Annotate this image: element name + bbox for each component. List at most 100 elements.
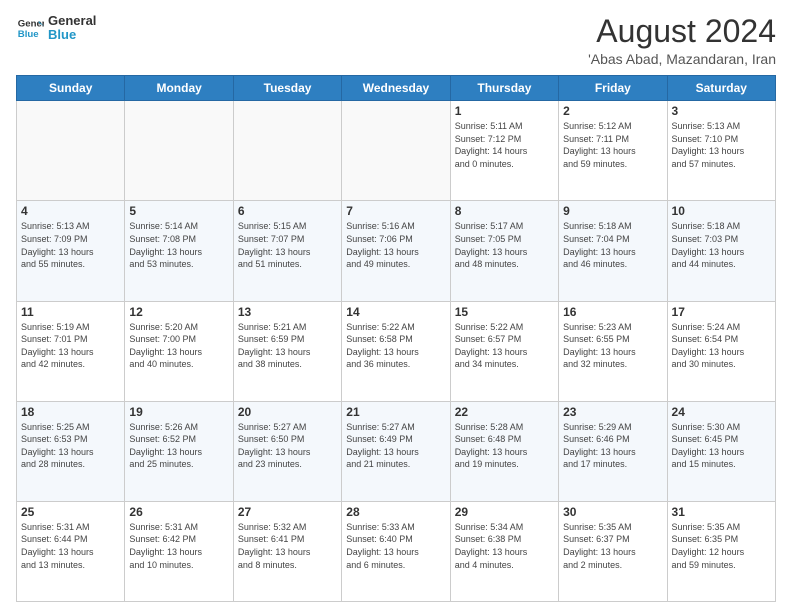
title-block: August 2024 'Abas Abad, Mazandaran, Iran bbox=[588, 14, 776, 67]
calendar-cell bbox=[233, 101, 341, 201]
header: General Blue General Blue August 2024 'A… bbox=[16, 14, 776, 67]
day-info: Sunrise: 5:30 AM Sunset: 6:45 PM Dayligh… bbox=[672, 421, 771, 471]
calendar-cell: 6 Sunrise: 5:15 AM Sunset: 7:07 PM Daylig… bbox=[233, 201, 341, 301]
day-number: 4 bbox=[21, 204, 120, 218]
calendar-cell: 31Sunrise: 5:35 AM Sunset: 6:35 PM Dayli… bbox=[667, 501, 775, 601]
day-number: 17 bbox=[672, 305, 771, 319]
calendar-cell: 2Sunrise: 5:12 AM Sunset: 7:11 PM Daylig… bbox=[559, 101, 667, 201]
calendar-cell: 27 Sunrise: 5:32 AM Sunset: 6:41 PM Dayli… bbox=[233, 501, 341, 601]
day-info: Sunrise: 5:31 AM Sunset: 6:42 PM Dayligh… bbox=[129, 521, 228, 571]
day-number: 20 bbox=[238, 405, 337, 419]
calendar-cell: 23 Sunrise: 5:29 AM Sunset: 6:46 PM Dayli… bbox=[559, 401, 667, 501]
day-info: Sunrise: 5:19 AM Sunset: 7:01 PM Dayligh… bbox=[21, 321, 120, 371]
calendar-week-2: 4Sunrise: 5:13 AM Sunset: 7:09 PM Daylig… bbox=[17, 201, 776, 301]
calendar-cell: 16 Sunrise: 5:23 AM Sunset: 6:55 PM Dayli… bbox=[559, 301, 667, 401]
calendar-cell bbox=[17, 101, 125, 201]
calendar-cell: 22 Sunrise: 5:28 AM Sunset: 6:48 PM Dayli… bbox=[450, 401, 558, 501]
day-info: Sunrise: 5:22 AM Sunset: 6:58 PM Dayligh… bbox=[346, 321, 445, 371]
day-number: 23 bbox=[563, 405, 662, 419]
calendar-cell: 1 Sunrise: 5:11 AM Sunset: 7:12 PM Daylig… bbox=[450, 101, 558, 201]
day-number: 2 bbox=[563, 104, 662, 118]
calendar-cell: 25 Sunrise: 5:31 AM Sunset: 6:44 PM Dayli… bbox=[17, 501, 125, 601]
day-info: Sunrise: 5:28 AM Sunset: 6:48 PM Dayligh… bbox=[455, 421, 554, 471]
day-number: 30 bbox=[563, 505, 662, 519]
day-number: 13 bbox=[238, 305, 337, 319]
calendar-cell: 24 Sunrise: 5:30 AM Sunset: 6:45 PM Dayli… bbox=[667, 401, 775, 501]
calendar-cell bbox=[342, 101, 450, 201]
weekday-header-tuesday: Tuesday bbox=[233, 76, 341, 101]
day-number: 1 bbox=[455, 104, 554, 118]
day-info: Sunrise: 5:32 AM Sunset: 6:41 PM Dayligh… bbox=[238, 521, 337, 571]
calendar-cell: 8 Sunrise: 5:17 AM Sunset: 7:05 PM Daylig… bbox=[450, 201, 558, 301]
weekday-header-sunday: Sunday bbox=[17, 76, 125, 101]
day-info: Sunrise: 5:17 AM Sunset: 7:05 PM Dayligh… bbox=[455, 220, 554, 270]
calendar-cell: 3 Sunrise: 5:13 AM Sunset: 7:10 PM Daylig… bbox=[667, 101, 775, 201]
day-number: 25 bbox=[21, 505, 120, 519]
day-info: Sunrise: 5:21 AM Sunset: 6:59 PM Dayligh… bbox=[238, 321, 337, 371]
calendar-cell: 5Sunrise: 5:14 AM Sunset: 7:08 PM Daylig… bbox=[125, 201, 233, 301]
day-info: Sunrise: 5:24 AM Sunset: 6:54 PM Dayligh… bbox=[672, 321, 771, 371]
calendar-cell: 14 Sunrise: 5:22 AM Sunset: 6:58 PM Dayli… bbox=[342, 301, 450, 401]
day-info: Sunrise: 5:22 AM Sunset: 6:57 PM Dayligh… bbox=[455, 321, 554, 371]
day-number: 29 bbox=[455, 505, 554, 519]
calendar-cell: 13 Sunrise: 5:21 AM Sunset: 6:59 PM Dayli… bbox=[233, 301, 341, 401]
svg-text:General: General bbox=[18, 19, 44, 30]
day-number: 31 bbox=[672, 505, 771, 519]
calendar-cell: 10Sunrise: 5:18 AM Sunset: 7:03 PM Dayli… bbox=[667, 201, 775, 301]
day-number: 22 bbox=[455, 405, 554, 419]
weekday-header-thursday: Thursday bbox=[450, 76, 558, 101]
day-number: 26 bbox=[129, 505, 228, 519]
day-info: Sunrise: 5:15 AM Sunset: 7:07 PM Dayligh… bbox=[238, 220, 337, 270]
day-number: 21 bbox=[346, 405, 445, 419]
day-number: 3 bbox=[672, 104, 771, 118]
weekday-header-monday: Monday bbox=[125, 76, 233, 101]
day-info: Sunrise: 5:27 AM Sunset: 6:49 PM Dayligh… bbox=[346, 421, 445, 471]
day-number: 15 bbox=[455, 305, 554, 319]
weekday-header-saturday: Saturday bbox=[667, 76, 775, 101]
calendar-table: SundayMondayTuesdayWednesdayThursdayFrid… bbox=[16, 75, 776, 602]
day-info: Sunrise: 5:18 AM Sunset: 7:03 PM Dayligh… bbox=[672, 220, 771, 270]
day-info: Sunrise: 5:34 AM Sunset: 6:38 PM Dayligh… bbox=[455, 521, 554, 571]
day-info: Sunrise: 5:11 AM Sunset: 7:12 PM Dayligh… bbox=[455, 120, 554, 170]
calendar-cell: 30 Sunrise: 5:35 AM Sunset: 6:37 PM Dayli… bbox=[559, 501, 667, 601]
day-number: 19 bbox=[129, 405, 228, 419]
calendar-cell bbox=[125, 101, 233, 201]
calendar-cell: 19Sunrise: 5:26 AM Sunset: 6:52 PM Dayli… bbox=[125, 401, 233, 501]
day-number: 11 bbox=[21, 305, 120, 319]
page: General Blue General Blue August 2024 'A… bbox=[0, 0, 792, 612]
calendar-cell: 28Sunrise: 5:33 AM Sunset: 6:40 PM Dayli… bbox=[342, 501, 450, 601]
logo: General Blue General Blue bbox=[16, 14, 96, 43]
day-info: Sunrise: 5:31 AM Sunset: 6:44 PM Dayligh… bbox=[21, 521, 120, 571]
calendar-cell: 9Sunrise: 5:18 AM Sunset: 7:04 PM Daylig… bbox=[559, 201, 667, 301]
calendar-cell: 12Sunrise: 5:20 AM Sunset: 7:00 PM Dayli… bbox=[125, 301, 233, 401]
day-number: 7 bbox=[346, 204, 445, 218]
day-info: Sunrise: 5:14 AM Sunset: 7:08 PM Dayligh… bbox=[129, 220, 228, 270]
day-number: 6 bbox=[238, 204, 337, 218]
day-info: Sunrise: 5:18 AM Sunset: 7:04 PM Dayligh… bbox=[563, 220, 662, 270]
day-number: 16 bbox=[563, 305, 662, 319]
logo-icon: General Blue bbox=[16, 14, 44, 42]
day-info: Sunrise: 5:29 AM Sunset: 6:46 PM Dayligh… bbox=[563, 421, 662, 471]
calendar-week-3: 11 Sunrise: 5:19 AM Sunset: 7:01 PM Dayli… bbox=[17, 301, 776, 401]
day-info: Sunrise: 5:16 AM Sunset: 7:06 PM Dayligh… bbox=[346, 220, 445, 270]
calendar-week-5: 25 Sunrise: 5:31 AM Sunset: 6:44 PM Dayli… bbox=[17, 501, 776, 601]
day-number: 14 bbox=[346, 305, 445, 319]
calendar-body: 1 Sunrise: 5:11 AM Sunset: 7:12 PM Daylig… bbox=[17, 101, 776, 602]
day-number: 8 bbox=[455, 204, 554, 218]
day-number: 27 bbox=[238, 505, 337, 519]
calendar-cell: 7 Sunrise: 5:16 AM Sunset: 7:06 PM Daylig… bbox=[342, 201, 450, 301]
calendar-cell: 4Sunrise: 5:13 AM Sunset: 7:09 PM Daylig… bbox=[17, 201, 125, 301]
calendar-cell: 15 Sunrise: 5:22 AM Sunset: 6:57 PM Dayli… bbox=[450, 301, 558, 401]
calendar-cell: 11 Sunrise: 5:19 AM Sunset: 7:01 PM Dayli… bbox=[17, 301, 125, 401]
calendar-cell: 17 Sunrise: 5:24 AM Sunset: 6:54 PM Dayli… bbox=[667, 301, 775, 401]
day-number: 24 bbox=[672, 405, 771, 419]
month-year: August 2024 bbox=[588, 14, 776, 49]
calendar-cell: 20Sunrise: 5:27 AM Sunset: 6:50 PM Dayli… bbox=[233, 401, 341, 501]
day-info: Sunrise: 5:13 AM Sunset: 7:10 PM Dayligh… bbox=[672, 120, 771, 170]
svg-text:Blue: Blue bbox=[18, 29, 39, 40]
day-info: Sunrise: 5:23 AM Sunset: 6:55 PM Dayligh… bbox=[563, 321, 662, 371]
calendar-cell: 29 Sunrise: 5:34 AM Sunset: 6:38 PM Dayli… bbox=[450, 501, 558, 601]
day-info: Sunrise: 5:35 AM Sunset: 6:37 PM Dayligh… bbox=[563, 521, 662, 571]
weekday-header-wednesday: Wednesday bbox=[342, 76, 450, 101]
weekday-header-row: SundayMondayTuesdayWednesdayThursdayFrid… bbox=[17, 76, 776, 101]
